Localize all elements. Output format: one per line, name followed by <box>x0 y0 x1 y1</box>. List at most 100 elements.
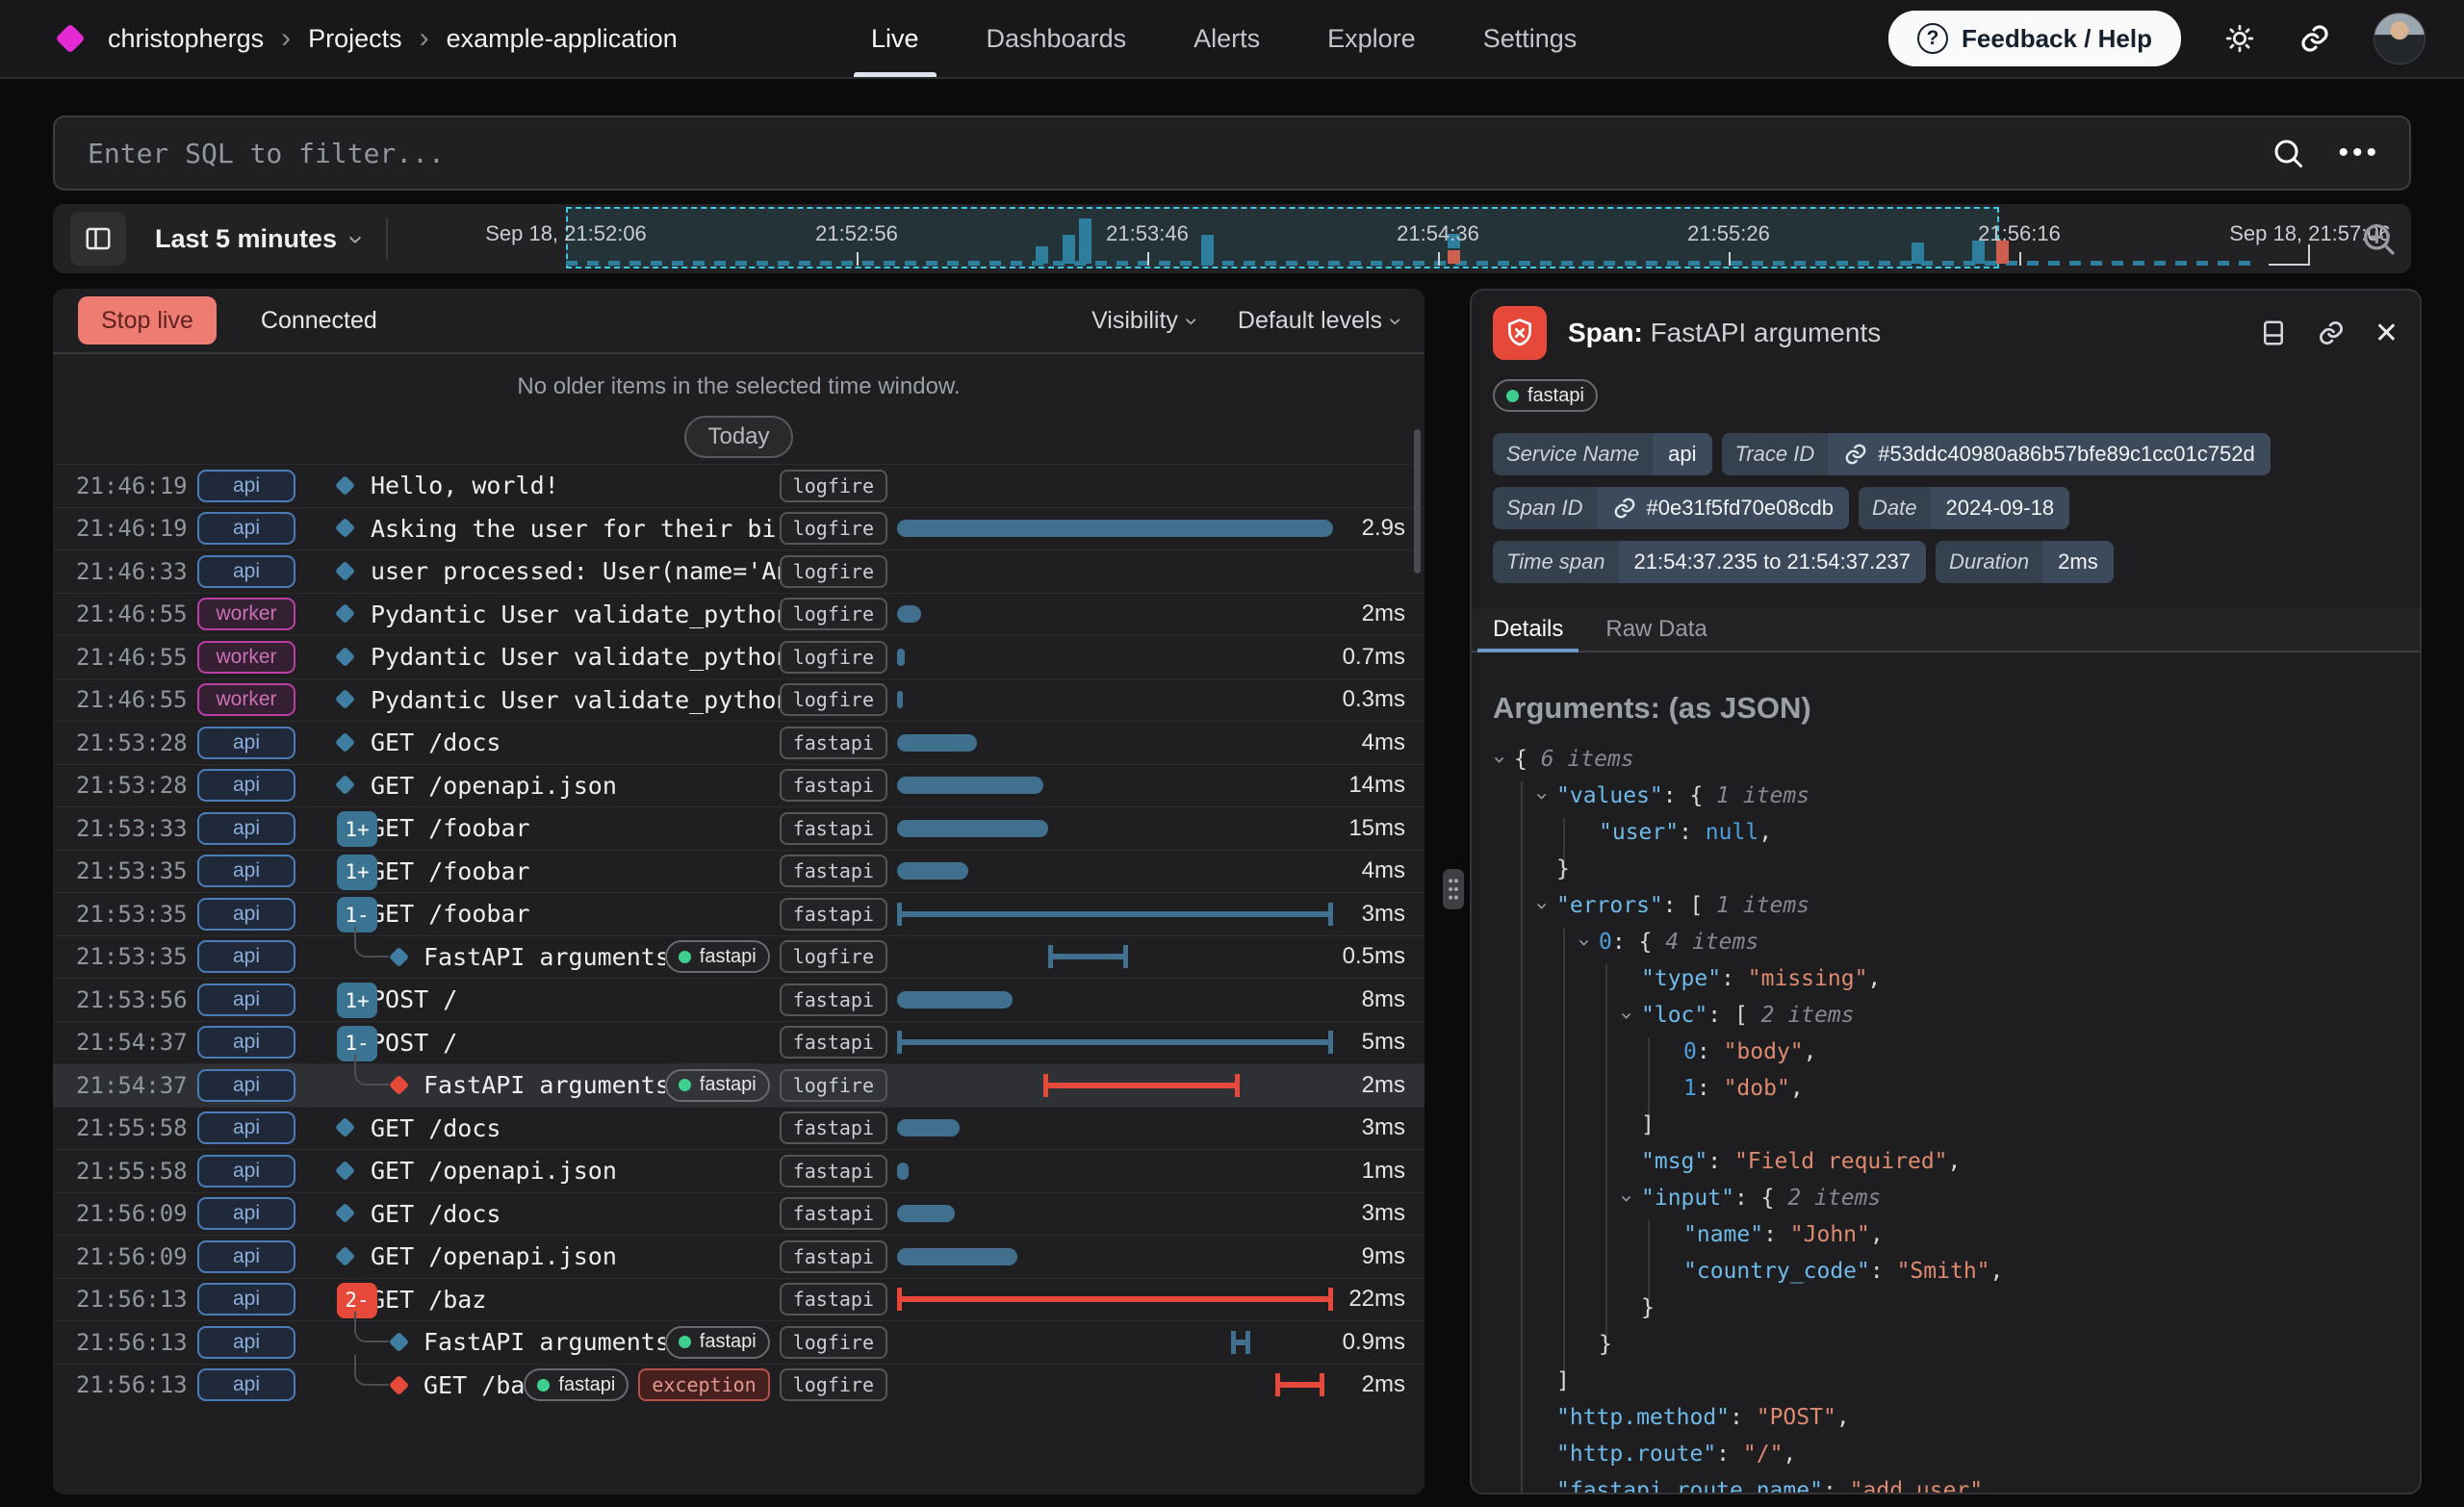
service-pill-api[interactable]: api <box>197 1111 295 1144</box>
log-row[interactable]: 21:56:13apiFastAPI argumentsfastapilogfi… <box>53 1320 1424 1364</box>
service-pill-worker[interactable]: worker <box>197 598 295 630</box>
tag-fastapi[interactable]: fastapi <box>780 812 887 845</box>
breadcrumb-org[interactable]: christophergs <box>108 24 264 54</box>
log-row[interactable]: 21:46:55workerPydantic User validate_pyt… <box>53 593 1424 636</box>
collapse-chevron-icon[interactable]: › <box>1572 935 1596 948</box>
search-icon[interactable] <box>2271 136 2305 170</box>
log-row[interactable]: 21:54:37apiFastAPI argumentsfastapilogfi… <box>53 1063 1424 1107</box>
log-row[interactable]: 21:55:58apiGET /docsfastapi3ms <box>53 1107 1424 1150</box>
log-row[interactable]: 21:53:35api1+GET /foobarfastapi4ms <box>53 850 1424 893</box>
tag-logfire[interactable]: logfire <box>780 512 887 545</box>
service-pill-api[interactable]: api <box>197 470 295 502</box>
span-count-badge[interactable]: 1+ <box>337 811 377 847</box>
tag-fastapi[interactable]: fastapi <box>780 1197 887 1230</box>
service-pill-worker[interactable]: worker <box>197 641 295 674</box>
log-row[interactable]: 21:53:35api1-GET /foobarfastapi3ms <box>53 892 1424 935</box>
tab-alerts[interactable]: Alerts <box>1194 0 1260 77</box>
log-row[interactable]: 21:56:13apiGET /baz (fofastapiexceptionl… <box>53 1364 1424 1407</box>
service-pill-api[interactable]: api <box>197 1326 295 1359</box>
more-options-icon[interactable]: ••• <box>2338 137 2380 169</box>
default-levels-dropdown[interactable]: Default levels › <box>1238 307 1399 335</box>
copy-link-icon[interactable] <box>2317 319 2346 347</box>
log-row[interactable]: 21:56:13api2-GET /bazfastapi22ms <box>53 1278 1424 1321</box>
timeline-histogram[interactable]: Sep 18, 21:52:0621:52:5621:53:4621:54:36… <box>486 204 2401 273</box>
service-pill-api[interactable]: api <box>197 1368 295 1401</box>
tag-logfire[interactable]: logfire <box>780 555 887 588</box>
tag-logfire[interactable]: logfire <box>780 1368 887 1401</box>
log-row[interactable]: 21:53:56api1+POST /fastapi8ms <box>53 978 1424 1021</box>
tag-fastapi[interactable]: fastapi <box>780 983 887 1016</box>
panel-resize-handle[interactable] <box>1443 869 1464 909</box>
service-pill-worker[interactable]: worker <box>197 683 295 716</box>
breadcrumb-project[interactable]: example-application <box>447 24 678 54</box>
tab-explore[interactable]: Explore <box>1327 0 1416 77</box>
theme-toggle-icon[interactable] <box>2223 22 2256 55</box>
service-pill-api[interactable]: api <box>197 727 295 759</box>
tag-fastapi[interactable]: fastapi <box>780 1155 887 1188</box>
zoom-in-icon[interactable] <box>2359 219 2398 263</box>
service-pill-api[interactable]: api <box>197 1283 295 1315</box>
tab-live[interactable]: Live <box>871 0 919 77</box>
service-pill-api[interactable]: api <box>197 1069 295 1102</box>
log-row[interactable]: 21:53:28apiGET /docsfastapi4ms <box>53 721 1424 764</box>
collapse-chevron-icon[interactable]: › <box>1614 1191 1638 1204</box>
service-pill-api[interactable]: api <box>197 940 295 973</box>
log-row[interactable]: 21:46:55workerPydantic User validate_pyt… <box>53 635 1424 678</box>
timeline-selection[interactable] <box>566 207 1999 268</box>
tag-logfire[interactable]: logfire <box>780 1326 887 1359</box>
service-pill-api[interactable]: api <box>197 1240 295 1273</box>
tab-dashboards[interactable]: Dashboards <box>987 0 1127 77</box>
service-pill-api[interactable]: api <box>197 1155 295 1188</box>
tag-logfire[interactable]: logfire <box>780 1069 887 1102</box>
collapse-chevron-icon[interactable]: › <box>1487 753 1511 765</box>
tag-fastapi[interactable]: fastapi <box>780 1111 887 1144</box>
scrollbar-thumb[interactable] <box>1414 429 1421 574</box>
service-pill-api[interactable]: api <box>197 555 295 588</box>
tag-fastapi[interactable]: fastapi <box>780 1240 887 1273</box>
dock-panel-icon[interactable] <box>2259 319 2288 347</box>
log-row[interactable]: 21:53:28apiGET /openapi.jsonfastapi14ms <box>53 764 1424 807</box>
visibility-dropdown[interactable]: Visibility › <box>1091 307 1195 335</box>
log-row[interactable]: 21:46:55workerPydantic User validate_pyt… <box>53 678 1424 722</box>
service-pill-api[interactable]: api <box>197 512 295 545</box>
span-tab-raw-data[interactable]: Raw Data <box>1605 608 1707 651</box>
log-row[interactable]: 21:53:33api1+GET /foobarfastapi15ms <box>53 806 1424 850</box>
tag-fastapi[interactable]: fastapi <box>524 1368 629 1401</box>
service-pill-api[interactable]: api <box>197 898 295 931</box>
tag-fastapi[interactable]: fastapi <box>665 940 770 973</box>
tag-exception[interactable]: exception <box>638 1368 769 1401</box>
span-service-tag[interactable]: fastapi <box>1493 379 1598 412</box>
collapse-chevron-icon[interactable]: › <box>1529 789 1553 802</box>
tag-logfire[interactable]: logfire <box>780 683 887 716</box>
time-range-dropdown[interactable]: Last 5 minutes › <box>155 223 361 254</box>
feedback-help-button[interactable]: ? Feedback / Help <box>1888 11 2181 66</box>
link-icon[interactable] <box>1843 442 1868 467</box>
tag-fastapi[interactable]: fastapi <box>780 898 887 931</box>
tag-logfire[interactable]: logfire <box>780 598 887 630</box>
tab-settings[interactable]: Settings <box>1483 0 1578 77</box>
link-icon[interactable] <box>1612 496 1637 521</box>
today-button[interactable]: Today <box>684 416 792 458</box>
log-row[interactable]: 21:53:35apiFastAPI argumentsfastapilogfi… <box>53 935 1424 979</box>
logfire-logo-icon[interactable] <box>55 23 85 53</box>
span-count-badge[interactable]: 1+ <box>337 983 377 1018</box>
tag-fastapi[interactable]: fastapi <box>665 1326 770 1359</box>
log-row[interactable]: 21:55:58apiGET /openapi.jsonfastapi1ms <box>53 1149 1424 1192</box>
service-pill-api[interactable]: api <box>197 769 295 802</box>
sidebar-toggle-button[interactable] <box>70 212 126 266</box>
service-pill-api[interactable]: api <box>197 983 295 1016</box>
user-avatar[interactable] <box>2374 13 2426 64</box>
sql-filter-input[interactable] <box>55 138 2271 169</box>
service-pill-api[interactable]: api <box>197 812 295 845</box>
tag-logfire[interactable]: logfire <box>780 940 887 973</box>
collapse-chevron-icon[interactable]: › <box>1614 1009 1638 1021</box>
tag-fastapi[interactable]: fastapi <box>780 1026 887 1059</box>
span-tab-details[interactable]: Details <box>1493 608 1563 651</box>
log-row[interactable]: 21:56:09apiGET /openapi.jsonfastapi9ms <box>53 1235 1424 1278</box>
breadcrumb-projects[interactable]: Projects <box>308 24 402 54</box>
tag-fastapi[interactable]: fastapi <box>780 1283 887 1315</box>
stop-live-button[interactable]: Stop live <box>78 296 217 345</box>
tag-fastapi[interactable]: fastapi <box>780 769 887 802</box>
span-count-badge[interactable]: 1+ <box>337 855 377 890</box>
share-link-icon[interactable] <box>2298 22 2331 55</box>
